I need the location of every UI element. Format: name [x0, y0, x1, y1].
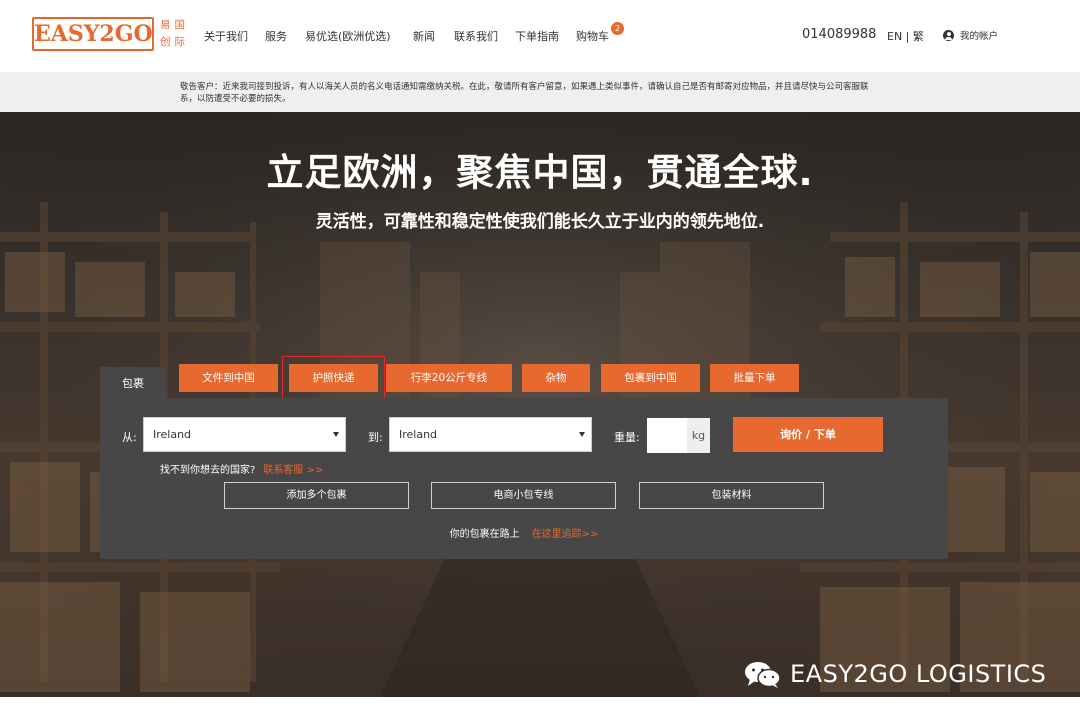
notice-bar: 敬告客户：近来我司接到投诉，有人以海关人员的名义电话通知需缴纳关税。在此，敬请所… [0, 72, 1080, 112]
nav-about[interactable]: 关于我们 [204, 28, 248, 44]
logo-text: EASY2GO [34, 21, 153, 47]
weight-unit: kg [687, 418, 710, 453]
logo[interactable]: EASY2GO 易国创际 [32, 15, 192, 55]
tracking-link[interactable]: 在这里追踪>> [532, 529, 599, 540]
hero-subtitle: 灵活性，可靠性和稳定性使我们能长久立于业内的领先地位. [315, 212, 765, 232]
logo-mark: EASY2GO [32, 17, 154, 51]
weight-label: 重量: [614, 431, 640, 444]
to-country-value: Ireland [399, 428, 438, 441]
account-link[interactable]: 我的帐户 [943, 28, 998, 42]
tab-parcel-to-china[interactable]: 包裹到中国 [601, 364, 700, 392]
tab-bulk-order[interactable]: 批量下单 [710, 364, 799, 392]
to-label: 到: [368, 431, 383, 444]
nav-cart[interactable]: 购物车 [576, 28, 609, 44]
site-header: EASY2GO 易国创际 关于我们 服务 易优选(欧洲优选) 新闻 联系我们 下… [0, 0, 1080, 72]
hero-section: 立足欧洲，聚焦中国，贯通全球. 灵活性，可靠性和稳定性使我们能长久立于业内的领先… [0, 112, 1080, 697]
tracking-row: 你的包裹在路上 在这里追踪>> [100, 525, 948, 540]
chevron-down-icon [333, 432, 339, 437]
from-country-value: Ireland [153, 428, 192, 441]
tracking-text: 你的包裹在路上 [449, 529, 520, 540]
wechat-icon [745, 662, 781, 688]
logo-cn: 易国创际 [160, 19, 189, 48]
nav-order-guide[interactable]: 下单指南 [515, 28, 559, 44]
nav-contact[interactable]: 联系我们 [454, 28, 498, 44]
nav-eu-select[interactable]: 易优选(欧洲优选) [305, 28, 391, 44]
ecommerce-parcel-line-button[interactable]: 电商小包专线 [431, 482, 616, 509]
chevron-down-icon [579, 432, 585, 437]
cant-find-text: 找不到你想去的国家? [160, 465, 256, 476]
tab-documents-to-china[interactable]: 文件到中国 [179, 364, 278, 392]
nav-services[interactable]: 服务 [265, 28, 287, 44]
from-country-select[interactable]: Ireland [143, 417, 346, 452]
cant-find-country: 找不到你想去的国家? 联系客服 >> [160, 461, 323, 476]
phone-number: 014089988 [802, 27, 877, 42]
nav-news[interactable]: 新闻 [413, 28, 435, 44]
contact-support-link[interactable]: 联系客服 >> [263, 465, 323, 476]
user-icon [943, 30, 954, 41]
notice-text: 敬告客户：近来我司接到投诉，有人以海关人员的名义电话通知需缴纳关税。在此，敬请所… [180, 82, 869, 104]
add-multiple-parcels-button[interactable]: 添加多个包裹 [224, 482, 409, 509]
watermark-text: EASY2GO LOGISTICS [790, 660, 1047, 688]
hero-title: 立足欧洲，聚焦中国，贯通全球. [266, 151, 814, 194]
tab-misc[interactable]: 杂物 [522, 364, 590, 392]
quote-order-button[interactable]: 询价 / 下单 [733, 417, 883, 452]
cart-count-badge: 2 [611, 22, 624, 35]
tab-parcel[interactable]: 包裹 [100, 367, 166, 400]
packing-materials-button[interactable]: 包装材料 [639, 482, 824, 509]
footer-strip [0, 697, 1080, 721]
to-country-select[interactable]: Ireland [389, 417, 592, 452]
weight-input[interactable] [647, 418, 687, 453]
from-label: 从: [122, 431, 137, 444]
tab-luggage-20kg[interactable]: 行李20公斤专线 [386, 364, 512, 392]
quote-panel: 从: Ireland 到: Ireland 重量: kg 询价 / 下单 找不到… [100, 398, 948, 559]
language-switch[interactable]: EN | 繁 [887, 28, 924, 44]
account-label: 我的帐户 [960, 31, 999, 42]
